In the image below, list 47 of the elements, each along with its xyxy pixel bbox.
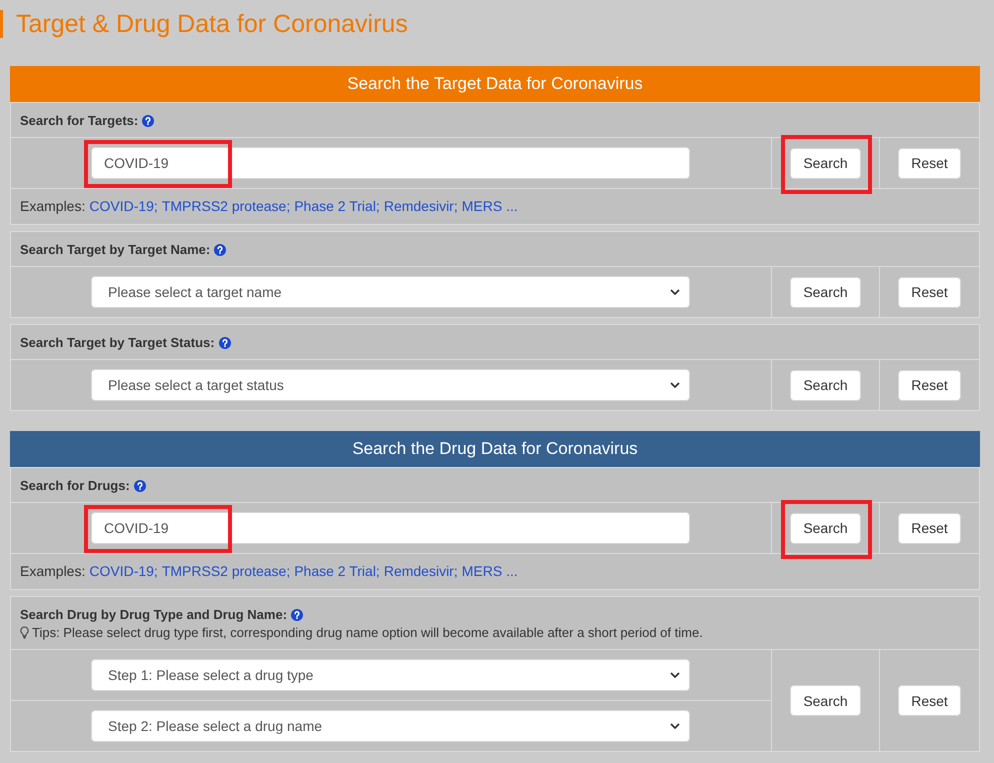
dropdown-field[interactable]: Please select a target status	[91, 369, 690, 401]
chevron-down-icon	[670, 382, 680, 388]
reset-button[interactable]: Reset	[898, 512, 961, 544]
help-icon[interactable]	[214, 244, 226, 256]
lightbulb-icon	[20, 626, 29, 639]
example-link[interactable]: MERS ...	[462, 563, 518, 580]
help-icon[interactable]	[218, 336, 231, 348]
section-header: Search the Drug Data for Coronavirus	[10, 431, 980, 467]
examples-label: Examples:	[20, 198, 86, 215]
dropdown-field[interactable]: Step 1: Please select a drug type	[91, 659, 690, 691]
reset-button[interactable]: Reset	[898, 685, 961, 716]
chevron-down-icon	[670, 723, 680, 729]
example-link[interactable]: TMPRSS2 protease;	[162, 198, 290, 215]
panel-label: Search for Drugs:	[20, 477, 130, 494]
example-link[interactable]: Phase 2 Trial;	[294, 198, 380, 215]
search-button[interactable]: Search	[790, 512, 861, 544]
dropdown-field[interactable]: Please select a target name	[91, 276, 690, 308]
help-icon[interactable]	[142, 114, 154, 126]
example-link[interactable]: TMPRSS2 protease;	[162, 563, 290, 580]
panel-label: Search Target by Target Name:	[20, 241, 210, 258]
chevron-down-icon	[670, 672, 680, 678]
dropdown-field[interactable]: Step 2: Please select a drug name	[91, 710, 690, 742]
panel-label: Search for Targets:	[20, 112, 138, 129]
reset-button[interactable]: Reset	[898, 148, 961, 178]
panel-label: Search Target by Target Status:	[20, 334, 215, 351]
search-field[interactable]: COVID-19	[91, 147, 690, 179]
help-icon[interactable]	[134, 480, 146, 492]
example-link[interactable]: COVID-19;	[89, 563, 158, 580]
example-link[interactable]: Remdesivir;	[384, 198, 458, 215]
reset-button[interactable]: Reset	[898, 370, 961, 400]
example-link[interactable]: COVID-19;	[89, 198, 158, 215]
example-link[interactable]: MERS ...	[462, 198, 518, 215]
help-icon[interactable]	[291, 608, 304, 620]
panel-label: Search Drug by Drug Type and Drug Name:	[20, 606, 288, 623]
example-link[interactable]: Remdesivir;	[384, 563, 458, 580]
examples-label: Examples:	[20, 563, 86, 580]
chevron-down-icon	[670, 289, 680, 295]
search-button[interactable]: Search	[790, 685, 861, 716]
page-title: Target & Drug Data for Coronavirus	[0, 10, 408, 38]
search-button[interactable]: Search	[790, 276, 861, 308]
search-field[interactable]: COVID-19	[91, 512, 690, 544]
search-button[interactable]: Search	[790, 148, 861, 178]
example-link[interactable]: Phase 2 Trial;	[294, 563, 380, 580]
search-button[interactable]: Search	[790, 370, 861, 400]
section-header: Search the Target Data for Coronavirus	[10, 66, 980, 102]
tips-text: Tips: Please select drug type first, corresponding drug name option will become available after a short period of time.	[32, 624, 703, 641]
reset-button[interactable]: Reset	[898, 276, 961, 308]
